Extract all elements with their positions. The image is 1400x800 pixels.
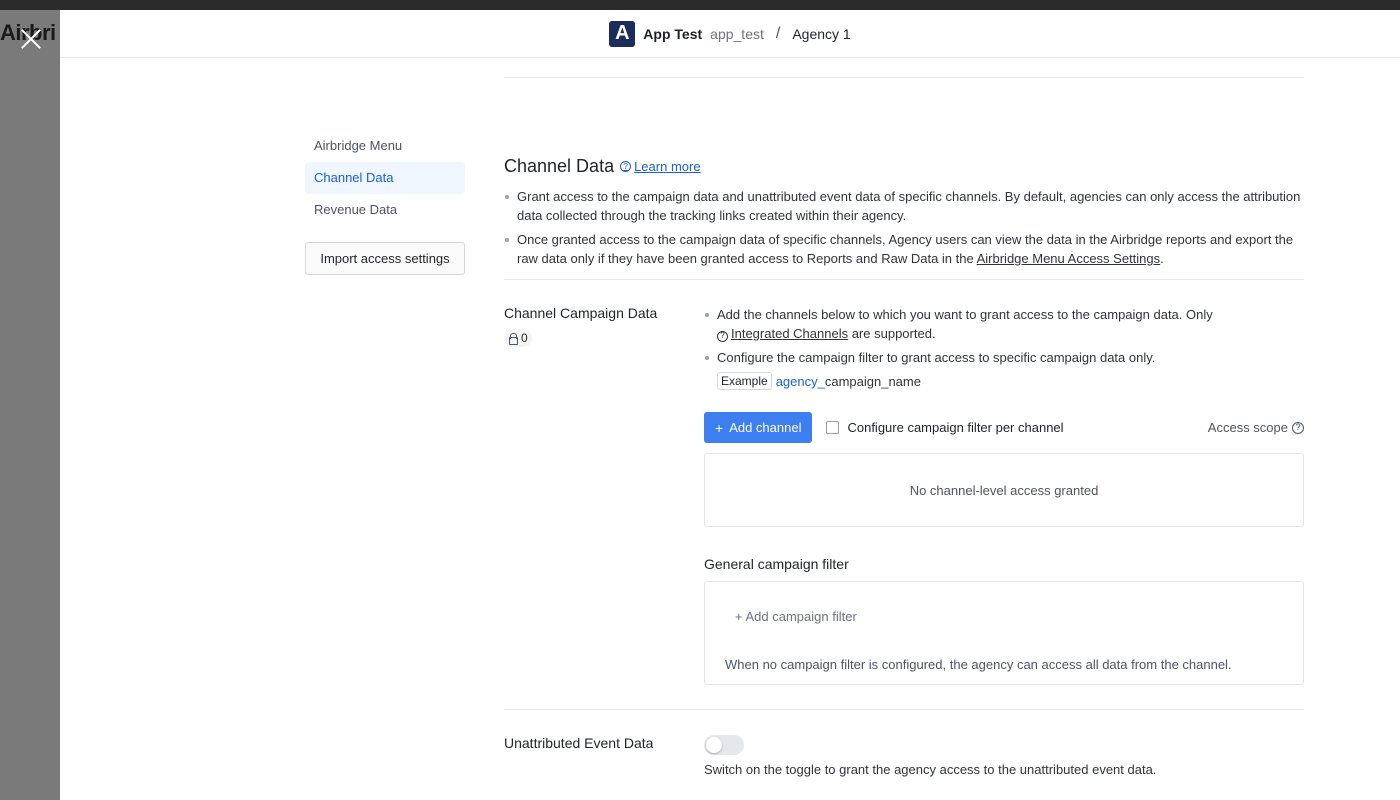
description-bullet-2: Once granted access to the campaign data… [504, 230, 1304, 268]
example-value: agency_campaign_name [776, 374, 921, 389]
add-campaign-filter-button[interactable]: + Add campaign filter [725, 609, 857, 624]
nav-item-channel-data[interactable]: Channel Data [305, 162, 465, 194]
menu-access-settings-link[interactable]: Airbridge Menu Access Settings [977, 251, 1161, 266]
access-scope-link[interactable]: Access scope ? [1208, 420, 1304, 435]
per-channel-filter-checkbox[interactable] [826, 421, 840, 434]
access-scope-label: Access scope [1207, 420, 1288, 435]
close-icon[interactable] [18, 26, 44, 52]
import-access-settings-button[interactable]: Import access settings [305, 242, 465, 275]
breadcrumb: A App Test app_test / Agency 1 [609, 20, 851, 47]
example-prefix: agency_ [775, 373, 825, 389]
channel-campaign-data-section: Channel Campaign Data 0 Add the channels… [504, 305, 1304, 685]
app-name: App Test [643, 25, 703, 42]
example-rest: campaign_name [824, 373, 921, 389]
learn-more-label: Learn more [634, 159, 701, 174]
add-channel-label: Add channel [729, 420, 802, 435]
example-tag: Example [717, 372, 772, 390]
integrated-channels-link[interactable]: Integrated Channels [731, 326, 848, 341]
section-title-row: Channel Data ? Learn more [504, 156, 1304, 177]
unattributed-body: Switch on the toggle to grant the agency… [704, 735, 1304, 777]
agency-name: Agency 1 [792, 25, 851, 42]
filter-note: When no campaign filter is configured, t… [725, 657, 1232, 672]
browser-top-bar [0, 0, 1400, 10]
help-circle-icon: ? [620, 161, 632, 172]
help-circle-icon: ? [717, 330, 728, 342]
campaign-bullet-2: Configure the campaign filter to grant a… [704, 348, 1304, 367]
plus-icon: + [715, 419, 724, 436]
top-divider [504, 77, 1304, 78]
unattributed-label: Unattributed Event Data [504, 735, 654, 751]
campaign-data-description: Add the channels below to which you want… [704, 305, 1304, 367]
app-id: app_test [710, 25, 764, 42]
nav-item-airbridge-menu[interactable]: Airbridge Menu [305, 130, 465, 162]
add-channel-button[interactable]: + Add channel [704, 412, 813, 443]
campaign-data-label-col: Channel Campaign Data 0 [504, 305, 704, 685]
general-filter-box: + Add campaign filter When no campaign f… [704, 581, 1304, 685]
section-divider [504, 279, 1304, 280]
nav-item-revenue-data[interactable]: Revenue Data [305, 194, 465, 226]
example-row: Example agency_campaign_name [717, 372, 1304, 390]
unattributed-event-section: Unattributed Event Data Switch on the to… [504, 735, 1304, 777]
main-content: Channel Data ? Learn more Grant access t… [504, 156, 1304, 777]
bullet-2-suffix: . [1160, 251, 1164, 266]
side-nav: Airbridge Menu Channel Data Revenue Data… [305, 130, 465, 275]
help-circle-icon: ? [1292, 421, 1304, 434]
learn-more-link[interactable]: ? Learn more [620, 159, 701, 174]
description-bullet-1: Grant access to the campaign data and un… [504, 187, 1304, 225]
channel-data-description: Grant access to the campaign data and un… [504, 187, 1304, 268]
campaign-bullet-1-prefix: Add the channels below to which you want… [717, 307, 1213, 322]
breadcrumb-separator: / [775, 24, 781, 42]
per-channel-filter-label: Configure campaign filter per channel [847, 420, 1064, 435]
section-title: Channel Data [504, 156, 615, 176]
unattributed-toggle[interactable] [704, 735, 744, 755]
per-channel-filter-checkbox-wrap[interactable]: Configure campaign filter per channel [826, 420, 1064, 435]
campaign-data-label: Channel Campaign Data [504, 305, 658, 321]
channel-action-row: + Add channel Configure campaign filter … [704, 412, 1304, 443]
channel-count-badge: 0 [504, 329, 532, 347]
unattributed-label-col: Unattributed Event Data [504, 735, 704, 777]
modal-panel: A App Test app_test / Agency 1 Airbridge… [60, 10, 1400, 800]
general-filter-title: General campaign filter [704, 556, 849, 572]
campaign-data-body: Add the channels below to which you want… [704, 305, 1304, 685]
channel-list-empty-state: No channel-level access granted [704, 453, 1304, 527]
campaign-bullet-1: Add the channels below to which you want… [704, 305, 1304, 343]
campaign-bullet-1-suffix: are supported. [848, 326, 936, 341]
bullet-2-prefix: Once granted access to the campaign data… [517, 232, 1294, 266]
lock-icon [508, 333, 518, 345]
unattributed-note: Switch on the toggle to grant the agency… [704, 762, 1157, 777]
channel-count: 0 [521, 331, 528, 345]
panel-header: A App Test app_test / Agency 1 [60, 10, 1400, 58]
section-divider [504, 709, 1304, 710]
app-logo-icon: A [609, 20, 636, 47]
